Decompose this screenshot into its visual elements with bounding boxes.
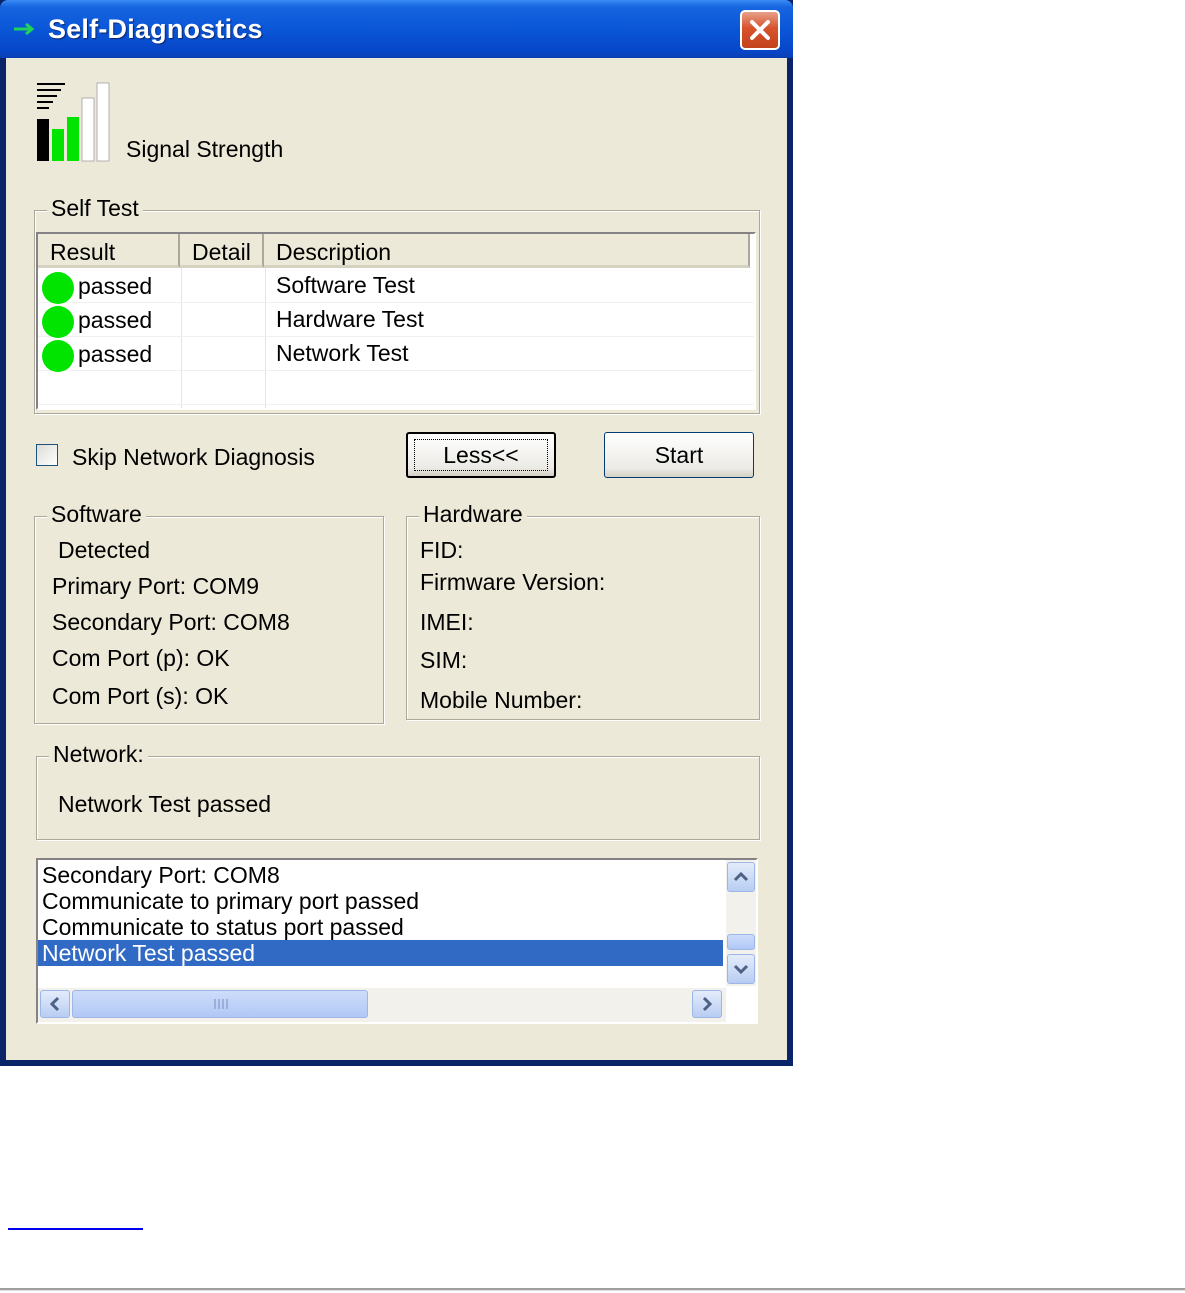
list-item[interactable]: Secondary Port: COM8 <box>42 862 280 888</box>
skip-network-label[interactable]: Skip Network Diagnosis <box>72 444 315 471</box>
table-row[interactable]: passed Network Test <box>38 336 754 372</box>
page-link[interactable] <box>8 1216 143 1230</box>
vertical-scrollbar[interactable] <box>726 860 756 986</box>
network-legend: Network: <box>49 741 148 768</box>
description-cell: Hardware Test <box>276 306 424 332</box>
table-row-empty <box>38 370 754 405</box>
list-item[interactable]: Communicate to status port passed <box>42 914 404 940</box>
status-passed-icon <box>42 272 74 304</box>
horizontal-scroll-thumb[interactable] <box>72 990 368 1018</box>
column-header-description[interactable]: Description <box>264 234 750 268</box>
signal-strength-icon <box>37 82 110 162</box>
signal-strength-label: Signal Strength <box>126 136 284 162</box>
column-header-result[interactable]: Result <box>38 234 180 268</box>
horizontal-rule <box>0 1288 1185 1291</box>
self-diagnostics-window: Self-Diagnostics Signal Strength Self Te… <box>0 0 793 1066</box>
list-item[interactable]: Communicate to primary port passed <box>42 888 419 914</box>
scroll-down-button[interactable] <box>727 954 755 984</box>
table-row[interactable]: passed Software Test <box>38 268 754 304</box>
primary-port: Primary Port: COM9 <box>52 573 260 599</box>
diagnostic-log-list[interactable]: Secondary Port: COM8 Communicate to prim… <box>36 858 758 1024</box>
com-port-s: Com Port (s): OK <box>52 683 229 709</box>
scroll-right-button[interactable] <box>692 990 722 1018</box>
com-port-p: Com Port (p): OK <box>52 645 230 671</box>
vertical-scroll-thumb[interactable] <box>727 934 755 950</box>
column-header-detail[interactable]: Detail <box>180 234 264 268</box>
grip-icon <box>214 999 228 1009</box>
software-detected: Detected <box>58 537 151 563</box>
fid-label: FID: <box>420 537 464 563</box>
result-cell: passed <box>42 336 152 372</box>
self-test-legend: Self Test <box>47 195 143 222</box>
self-test-list[interactable]: Result Detail Description passed Softwar… <box>36 232 756 410</box>
chevron-up-icon <box>733 871 749 882</box>
scroll-left-button[interactable] <box>40 990 70 1018</box>
description-cell: Network Test <box>276 340 409 366</box>
list-header: Result Detail Description <box>38 234 754 268</box>
result-cell: passed <box>42 268 152 304</box>
status-passed-icon <box>42 340 74 372</box>
network-status: Network Test passed <box>58 791 272 817</box>
hardware-legend: Hardware <box>419 501 527 528</box>
software-legend: Software <box>47 501 146 528</box>
result-cell: passed <box>42 302 152 338</box>
close-button[interactable] <box>740 10 780 50</box>
secondary-port: Secondary Port: COM8 <box>52 609 290 635</box>
table-row[interactable]: passed Hardware Test <box>38 302 754 338</box>
description-cell: Software Test <box>276 272 415 298</box>
title-bar[interactable]: Self-Diagnostics <box>0 0 793 58</box>
status-passed-icon <box>42 306 74 338</box>
sim-label: SIM: <box>420 647 468 673</box>
chevron-down-icon <box>733 964 749 975</box>
less-button[interactable]: Less<< <box>406 432 556 478</box>
dialog-client-area: Signal Strength Self Test Result Detail … <box>6 58 787 1060</box>
app-arrow-icon <box>14 22 35 36</box>
list-item-selected[interactable]: Network Test passed <box>38 940 723 966</box>
window-title: Self-Diagnostics <box>48 14 263 44</box>
mobile-number-label: Mobile Number: <box>420 687 583 713</box>
scroll-up-button[interactable] <box>727 862 755 892</box>
close-icon <box>750 20 770 40</box>
chevron-right-icon <box>702 996 713 1012</box>
chevron-left-icon <box>49 996 60 1012</box>
start-button[interactable]: Start <box>604 432 754 478</box>
firmware-version-label: Firmware Version: <box>420 569 606 595</box>
horizontal-scrollbar[interactable] <box>38 988 726 1022</box>
imei-label: IMEI: <box>420 609 474 635</box>
skip-network-checkbox[interactable] <box>36 444 58 466</box>
